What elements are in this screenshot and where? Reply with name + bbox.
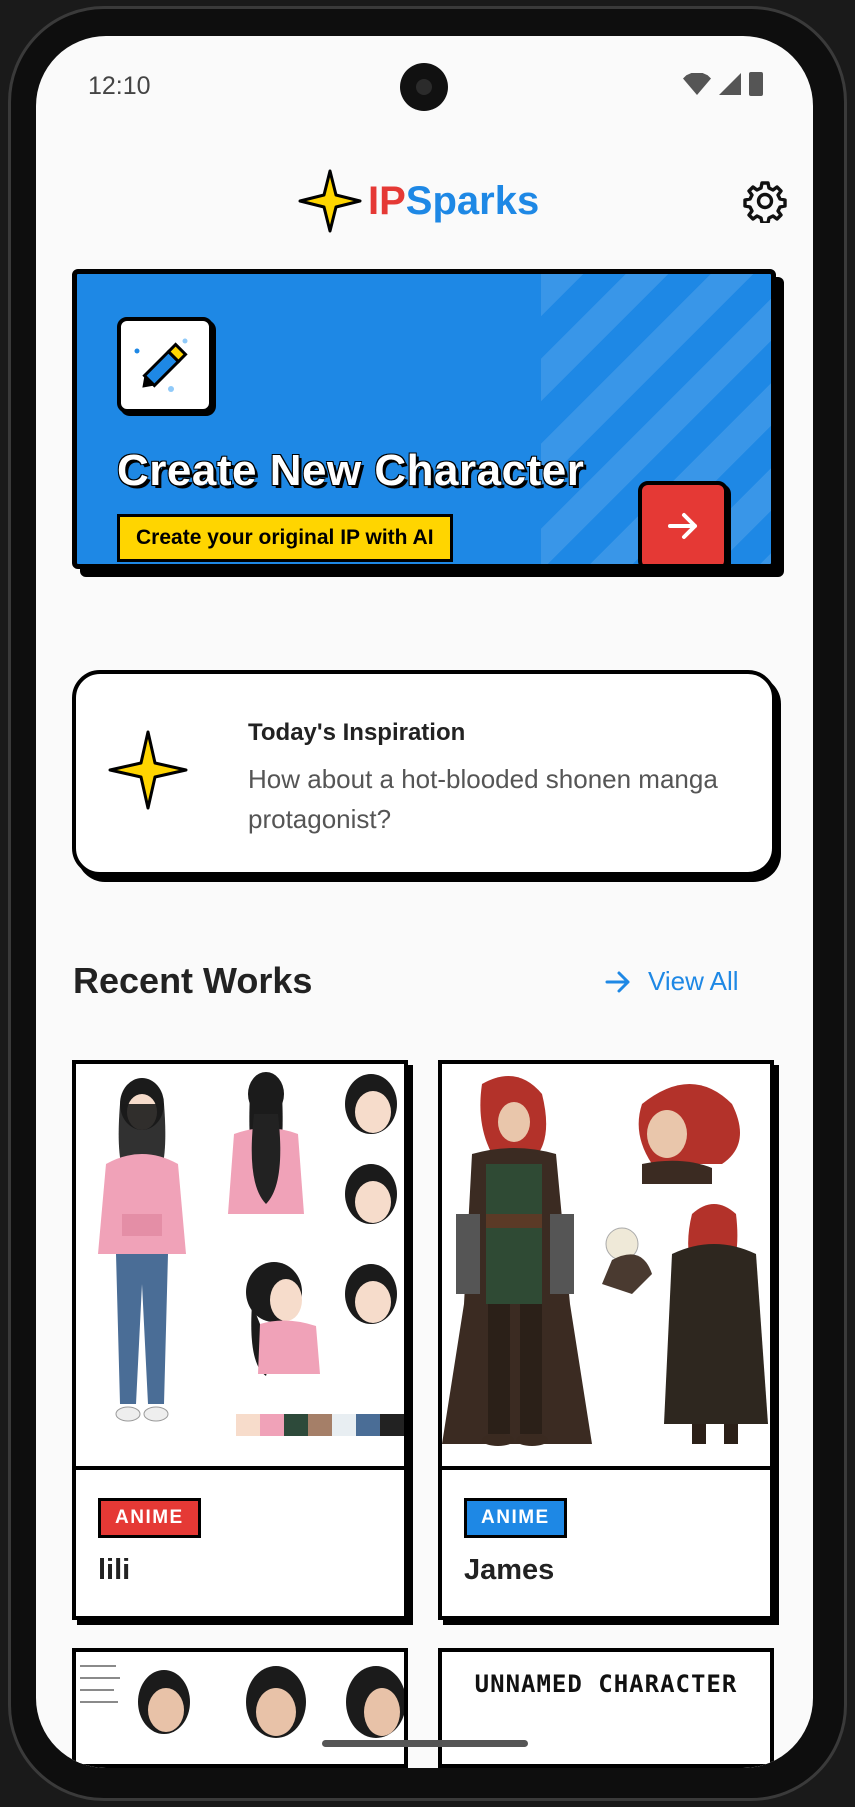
character-name: James: [464, 1554, 555, 1586]
device-frame: 12:10 IPSparks Create New Character Crea…: [0, 0, 855, 1807]
status-bar: 12:10: [36, 36, 813, 136]
recent-works-title: Recent Works: [73, 960, 313, 1001]
character-sheet-header: UNNAMED CHARACTER: [474, 1670, 738, 1698]
create-card-subtitle: Create your original IP with AI: [117, 514, 453, 562]
work-card[interactable]: ANIME lili: [72, 1060, 408, 1620]
view-all-link[interactable]: View All: [604, 966, 739, 997]
work-card[interactable]: [72, 1648, 408, 1768]
sparkle-icon: [298, 169, 362, 233]
work-card[interactable]: UNNAMED CHARACTER: [438, 1648, 774, 1768]
character-name: lili: [98, 1554, 131, 1586]
character-illustration: [76, 1064, 404, 1466]
genre-tag: ANIME: [464, 1498, 567, 1538]
create-character-card[interactable]: Create New Character Create your origina…: [72, 269, 776, 569]
character-illustration: [442, 1064, 770, 1466]
gesture-nav-bar[interactable]: [322, 1740, 528, 1747]
inspiration-card[interactable]: Today's Inspiration How about a hot-bloo…: [72, 670, 776, 876]
status-icons: [683, 72, 763, 96]
genre-tag: ANIME: [98, 1498, 201, 1538]
app-name: IPSparks: [368, 179, 539, 224]
pencil-icon-box: [117, 317, 213, 413]
app-screen: 12:10 IPSparks Create New Character Crea…: [36, 36, 813, 1768]
signal-icon: [719, 73, 741, 95]
arrow-right-icon: [605, 971, 630, 992]
pencil-icon: [134, 338, 188, 392]
inspiration-title: Today's Inspiration: [248, 719, 466, 746]
work-card[interactable]: ANIME James: [438, 1060, 774, 1620]
brand-sparks: Sparks: [405, 178, 540, 223]
app-logo: IPSparks: [298, 151, 539, 251]
brand-ip: IP: [368, 178, 406, 223]
inspiration-text: How about a hot-blooded shonen manga pro…: [248, 764, 718, 834]
app-bar: IPSparks: [36, 151, 813, 251]
create-go-button[interactable]: [638, 481, 728, 564]
battery-icon: [749, 72, 763, 96]
character-sheet-image: [76, 1064, 404, 1470]
character-illustration: [76, 1652, 404, 1764]
gear-icon[interactable]: [743, 179, 787, 223]
arrow-right-icon: [668, 513, 697, 539]
front-camera: [400, 63, 448, 111]
character-sheet-image: [442, 1064, 770, 1470]
wifi-icon: [683, 73, 711, 95]
view-all-label: View All: [648, 966, 739, 996]
create-card-title: Create New Character: [117, 446, 585, 495]
status-time: 12:10: [88, 72, 151, 100]
sparkle-icon: [108, 730, 188, 810]
